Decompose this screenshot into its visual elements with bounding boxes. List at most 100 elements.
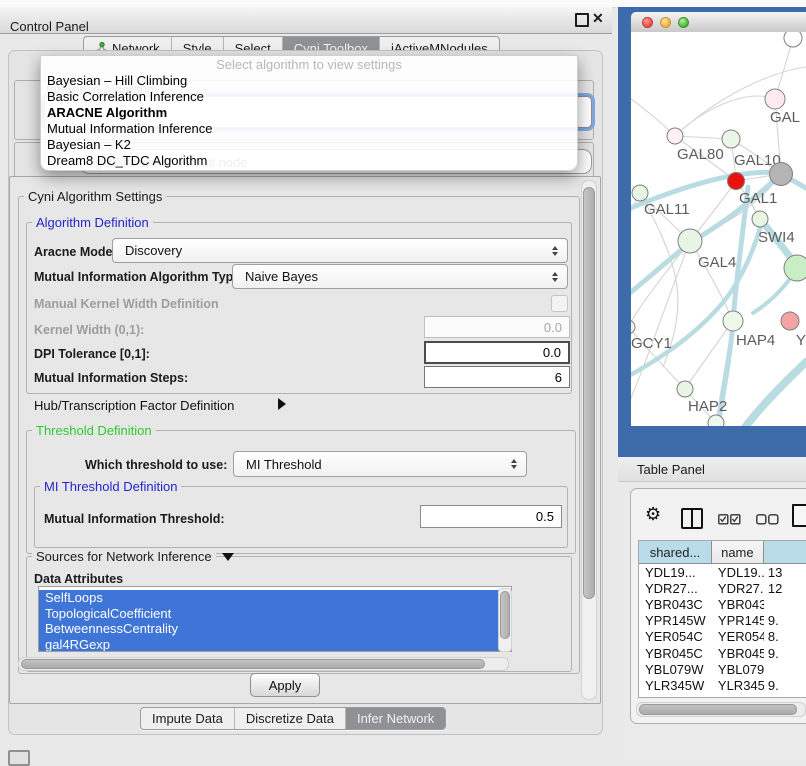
mi-threshold-field[interactable]: 0.5 — [420, 505, 562, 528]
table-cell: YDL19... — [639, 565, 712, 580]
new-table-icon[interactable] — [792, 504, 806, 527]
table-row[interactable]: YDR27...YDR27...12 — [639, 580, 806, 596]
aracne-mode-value: Discovery — [125, 243, 182, 258]
table-row[interactable]: YBL079WYBL079W — [639, 661, 806, 677]
tab-label: Discretize Data — [246, 711, 334, 726]
apply-button[interactable]: Apply — [250, 673, 320, 697]
network-edge[interactable] — [675, 96, 775, 136]
which-threshold-combobox[interactable]: MI Threshold — [233, 451, 527, 477]
dropdown-item[interactable]: Mutual Information Inference — [41, 121, 577, 137]
select-all-checkboxes-icon[interactable] — [718, 514, 741, 525]
network-edge[interactable] — [631, 193, 640, 252]
network-node[interactable] — [784, 32, 802, 47]
attribute-list-item[interactable]: gal4RGexp — [39, 637, 511, 652]
network-node[interactable] — [667, 128, 683, 144]
scrollbar-thumb[interactable] — [21, 659, 485, 669]
network-edge[interactable] — [690, 241, 733, 321]
expand-arrow-icon[interactable] — [278, 398, 286, 410]
network-edge-thick[interactable] — [743, 362, 806, 426]
zoom-window-icon[interactable] — [678, 17, 689, 28]
table-cell: YPR145W — [639, 613, 712, 628]
table-row[interactable]: YDL19...YDL19...13 — [639, 564, 806, 580]
dropdown-placeholder: Select algorithm to view settings — [41, 56, 577, 73]
data-attributes-list[interactable]: SelfLoopsTopologicalCoefficientBetweenne… — [38, 586, 512, 652]
dropdown-item[interactable]: ARACNE Algorithm — [41, 105, 577, 121]
table-row[interactable]: YBR045CYBR045C9. — [639, 645, 806, 661]
dock-panel-button[interactable] — [8, 750, 30, 766]
mi-threshold-label: Mutual Information Threshold: — [44, 512, 225, 526]
mi-steps-field[interactable]: 6 — [424, 366, 570, 388]
dpi-tolerance-field[interactable]: 0.0 — [424, 341, 570, 364]
network-node[interactable] — [708, 415, 724, 426]
network-node[interactable] — [728, 173, 745, 190]
table-horizontal-scrollbar[interactable] — [636, 702, 806, 717]
network-node[interactable] — [722, 130, 740, 148]
which-threshold-label: Which threshold to use: — [85, 458, 227, 472]
table-row[interactable]: YLR345WYLR345W9. — [639, 677, 806, 693]
network-node[interactable] — [723, 311, 743, 331]
dropdown-item[interactable]: Bayesian – Hill Climbing — [41, 73, 577, 89]
manual-kernel-checkbox[interactable] — [551, 295, 568, 312]
network-edge[interactable] — [631, 94, 675, 136]
manual-kernel-label: Manual Kernel Width Definition — [34, 297, 219, 311]
table-cell: 9. — [764, 613, 806, 628]
tab-label: Infer Network — [357, 711, 434, 726]
close-panel-icon[interactable]: ✕ — [592, 10, 604, 27]
table-row[interactable]: YER054CYER054C8. — [639, 629, 806, 645]
table-header-cell[interactable] — [764, 541, 806, 563]
network-window-titlebar[interactable] — [631, 12, 806, 33]
table-cell: YBR045C — [639, 646, 712, 661]
table-cell: 8. — [764, 629, 806, 644]
mi-type-combobox[interactable]: Naive Bayes — [232, 264, 568, 289]
network-node[interactable] — [781, 312, 799, 330]
table-header-row: shared...name — [639, 541, 806, 564]
tab-infer-network[interactable]: Infer Network — [345, 708, 445, 729]
network-node[interactable] — [784, 255, 806, 281]
tab-discretize-data[interactable]: Discretize Data — [234, 708, 345, 729]
network-node[interactable] — [765, 89, 785, 109]
network-view-window[interactable]: GALGAL80GAL10GAL1GAL11SWI4GAL4HAP4YGCY1H… — [631, 12, 806, 426]
dropdown-item[interactable]: Basic Correlation Inference — [41, 89, 577, 105]
attributes-list-scrollbar[interactable] — [498, 588, 512, 652]
network-canvas[interactable]: GALGAL80GAL10GAL1GAL11SWI4GAL4HAP4YGCY1H… — [631, 32, 806, 426]
settings-vertical-scrollbar[interactable] — [581, 180, 597, 700]
minimize-window-icon[interactable] — [660, 17, 671, 28]
table-cell: YLR345W — [712, 678, 764, 693]
tab-impute-data[interactable]: Impute Data — [141, 708, 234, 729]
dropdown-item[interactable]: Bayesian – K2 — [41, 137, 577, 153]
table-row[interactable]: YPR145WYPR145W9. — [639, 613, 806, 629]
deselect-all-checkboxes-icon[interactable] — [756, 514, 779, 525]
network-node-label: GCY1 — [631, 335, 672, 352]
tab-label: Impute Data — [152, 711, 223, 726]
close-window-icon[interactable] — [642, 17, 653, 28]
attribute-list-item[interactable]: TopologicalCoefficient — [39, 606, 511, 622]
collapse-arrow-icon[interactable] — [222, 553, 234, 561]
table-header-cell[interactable]: name — [712, 541, 764, 563]
attribute-list-item[interactable]: SelfLoops — [39, 590, 511, 606]
network-node[interactable] — [752, 211, 768, 227]
which-threshold-value: MI Threshold — [246, 457, 322, 472]
settings-horizontal-scrollbar[interactable] — [18, 657, 509, 671]
scrollbar-thumb[interactable] — [639, 704, 797, 715]
dropdown-item[interactable]: Dream8 DC_TDC Algorithm — [41, 153, 577, 169]
mi-threshold-group-title: MI Threshold Definition — [40, 479, 181, 494]
table-row[interactable]: YBR043CYBR043C — [639, 596, 806, 612]
network-node[interactable] — [770, 163, 793, 186]
table-cell: YBR043C — [639, 597, 712, 612]
gear-icon[interactable]: ⚙ — [645, 506, 661, 524]
network-node[interactable] — [631, 320, 635, 334]
network-node[interactable] — [677, 381, 693, 397]
network-node[interactable] — [678, 229, 702, 253]
scrollbar-thumb[interactable] — [500, 591, 510, 639]
attribute-list-item[interactable]: BetweennessCentrality — [39, 621, 511, 637]
network-node[interactable] — [632, 185, 648, 201]
table-row[interactable]: YIL052CYIL052C9 — [639, 694, 806, 699]
kernel-width-field[interactable]: 0.0 — [424, 316, 570, 338]
aracne-mode-combobox[interactable]: Discovery — [112, 238, 568, 263]
table-header-cell[interactable]: shared... — [639, 541, 712, 563]
float-panel-icon[interactable] — [575, 13, 589, 27]
split-columns-icon[interactable] — [681, 508, 703, 529]
table-panel-titlebar: Table Panel — [618, 457, 806, 482]
network-node-label: GAL11 — [644, 201, 690, 218]
scrollbar-thumb[interactable] — [583, 187, 595, 599]
